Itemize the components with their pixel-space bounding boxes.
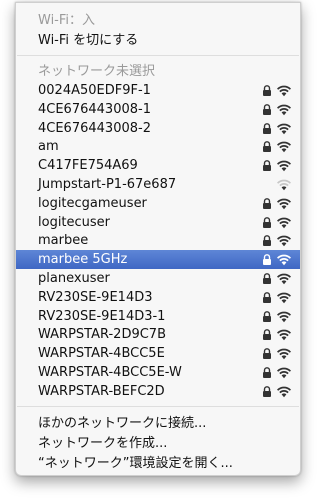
network-name: Jumpstart-P1-67e687 [38,177,177,192]
separator [17,55,299,56]
network-item[interactable]: logitecgameuser [16,194,300,213]
network-name: WARPSTAR-4BCC5E [38,346,165,362]
lock-icon [263,216,271,228]
wifi-menu: Wi-Fi：入 Wi-Fi を切にする ネットワーク未選択 0024A50EDF… [15,2,301,476]
wifi-icon [276,142,292,153]
network-name: logitecgameuser [38,195,147,211]
network-name: marbee 5GHz [38,252,128,268]
network-name: 4CE676443008-1 [38,101,151,117]
lock-icon [263,310,271,322]
lock-icon [263,235,271,247]
wifi-icon [276,85,292,97]
lock-icon [263,160,271,172]
lock-icon [263,85,271,96]
join-other-network-item[interactable]: ほかのネットワークに接続... [16,414,300,433]
network-item[interactable]: RV230SE-9E14D3-1 [16,307,300,326]
network-item[interactable]: am [16,137,300,156]
network-name: am [38,139,59,155]
lock-icon [263,329,271,341]
network-item[interactable]: 4CE676443008-1 [16,100,300,119]
wifi-icon [276,179,292,191]
network-name: WARPSTAR-BEFC2D [38,383,165,399]
network-item[interactable]: Jumpstart-P1-67e687 [16,175,300,194]
network-item[interactable]: logitecuser [16,213,300,232]
network-name: logitecuser [38,214,111,230]
wifi-icon [276,123,292,134]
network-item[interactable]: marbee [16,231,300,250]
wifi-icon [276,386,292,397]
wifi-icon [276,273,292,285]
lock-icon [263,385,271,397]
wifi-icon [276,160,292,172]
wifi-icon [276,311,292,322]
network-item[interactable]: RV230SE-9E14D3 [16,288,300,307]
wifi-icon [276,348,292,360]
wifi-icon [276,254,292,266]
wifi-icon [276,330,292,341]
network-item[interactable]: WARPSTAR-BEFC2D [16,382,300,401]
network-item[interactable]: 0024A50EDF9F-1 [16,81,300,100]
network-item[interactable]: C417FE754A69 [16,156,300,175]
network-item[interactable]: WARPSTAR-4BCC5E [16,344,300,363]
lock-icon [263,122,271,134]
wifi-icon [276,217,292,228]
wifi-icon [276,236,292,247]
wifi-icon [276,292,292,303]
network-name: RV230SE-9E14D3 [38,289,153,305]
network-name: RV230SE-9E14D3-1 [38,308,166,324]
lock-icon [263,348,271,360]
network-name: 0024A50EDF9F-1 [38,83,151,98]
network-item[interactable]: planexuser [16,269,300,288]
lock-icon [263,141,271,153]
lock-icon [263,197,271,209]
network-item[interactable]: WARPSTAR-2D9C7B [16,325,300,344]
lock-icon [263,273,271,284]
lock-icon [263,254,271,266]
turn-wifi-off-item[interactable]: Wi-Fi を切にする [16,31,300,50]
network-name: marbee [38,233,89,249]
networks-header: ネットワーク未選択 [38,64,156,79]
network-name: WARPSTAR-2D9C7B [38,327,167,343]
wifi-icon [276,198,292,209]
open-network-preferences-item[interactable]: “ネットワーク”環境設定を開く... [16,454,300,473]
wifi-icon [276,104,292,115]
network-name: C417FE754A69 [38,158,138,174]
network-item[interactable]: 4CE676443008-2 [16,119,300,138]
separator [17,406,299,407]
network-name: WARPSTAR-4BCC5E-W [38,365,182,380]
network-item[interactable]: WARPSTAR-4BCC5E-W [16,363,300,382]
network-item[interactable]: marbee 5GHz [16,250,300,270]
lock-icon [263,291,271,303]
network-name: 4CE676443008-2 [38,120,151,136]
wifi-status-label: Wi-Fi：入 [38,13,96,28]
lock-icon [263,103,271,115]
network-name: planexuser [38,271,110,286]
create-network-item[interactable]: ネットワークを作成... [16,434,300,453]
lock-icon [263,367,271,378]
wifi-icon [276,367,292,379]
